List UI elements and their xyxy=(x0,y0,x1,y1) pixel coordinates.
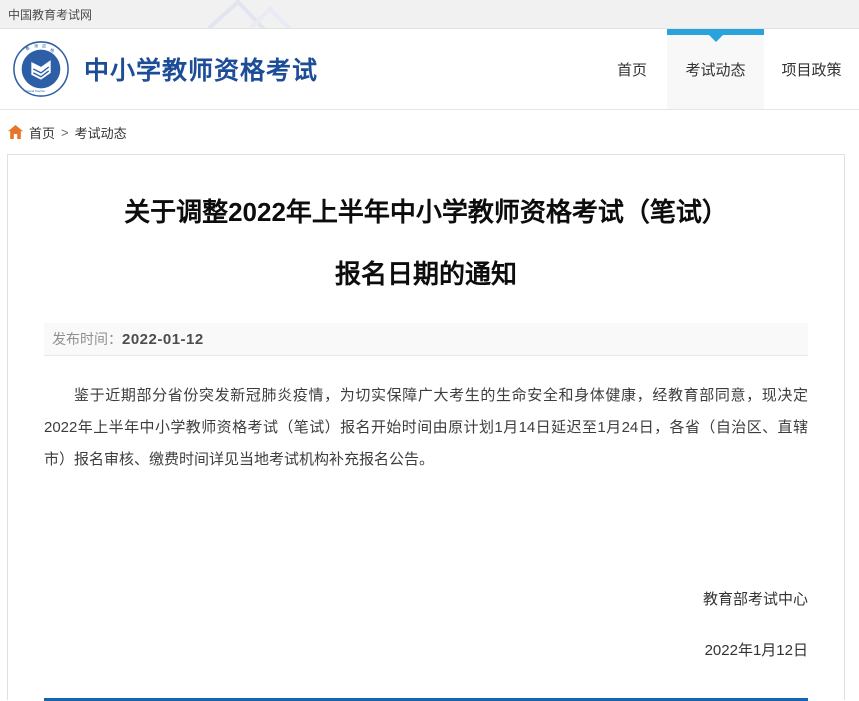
book-seal-icon: 教 师 资 格 National Teacher xyxy=(12,40,70,98)
publish-time-bar: 发布时间： 2022-01-12 xyxy=(44,323,808,356)
brand[interactable]: 教 师 资 格 National Teacher 中小学教师资格考试 xyxy=(12,40,318,98)
nav-item-home[interactable]: 首页 xyxy=(597,29,667,109)
publish-time-label: 发布时间： xyxy=(52,329,122,349)
article-title-line2: 报名日期的通知 xyxy=(44,243,808,305)
article-title: 关于调整2022年上半年中小学教师资格考试（笔试） 报名日期的通知 xyxy=(44,181,808,305)
nav-item-home-label: 首页 xyxy=(617,59,647,80)
breadcrumb: 首页 > 考试动态 xyxy=(0,110,859,154)
breadcrumb-home[interactable]: 首页 xyxy=(29,123,55,142)
site-header: 教 师 资 格 National Teacher 中小学教师资格考试 首页 考试… xyxy=(0,29,859,110)
mountain-decoration xyxy=(208,0,338,29)
brand-title: 中小学教师资格考试 xyxy=(84,51,318,87)
article-title-line1: 关于调整2022年上半年中小学教师资格考试（笔试） xyxy=(44,181,808,243)
main-nav: 首页 考试动态 项目政策 xyxy=(597,29,859,109)
nav-item-policy[interactable]: 项目政策 xyxy=(764,29,859,109)
svg-text:资: 资 xyxy=(42,43,46,49)
breadcrumb-separator: > xyxy=(61,125,69,140)
signature-org: 教育部考试中心 xyxy=(44,588,808,609)
signature-date: 2022年1月12日 xyxy=(44,639,808,660)
active-tab-caret-icon xyxy=(709,35,723,42)
notice-card: 关于调整2022年上半年中小学教师资格考试（笔试） 报名日期的通知 发布时间： … xyxy=(7,154,845,700)
nav-item-exam-news-label: 考试动态 xyxy=(685,59,745,80)
nav-item-policy-label: 项目政策 xyxy=(781,59,841,80)
nav-item-exam-news[interactable]: 考试动态 xyxy=(667,29,764,109)
site-name-link[interactable]: 中国教育考试网 xyxy=(8,6,92,23)
svg-text:师: 师 xyxy=(34,43,38,49)
breadcrumb-current[interactable]: 考试动态 xyxy=(75,123,127,142)
home-icon xyxy=(8,125,23,139)
article-body: 鉴于近期部分省份突发新冠肺炎疫情，为切实保障广大考生的生命安全和身体健康，经教育… xyxy=(44,380,808,476)
svg-text:National Teacher: National Teacher xyxy=(24,89,46,93)
top-utility-bar: 中国教育考试网 xyxy=(0,0,859,29)
publish-time-value: 2022-01-12 xyxy=(122,331,204,348)
